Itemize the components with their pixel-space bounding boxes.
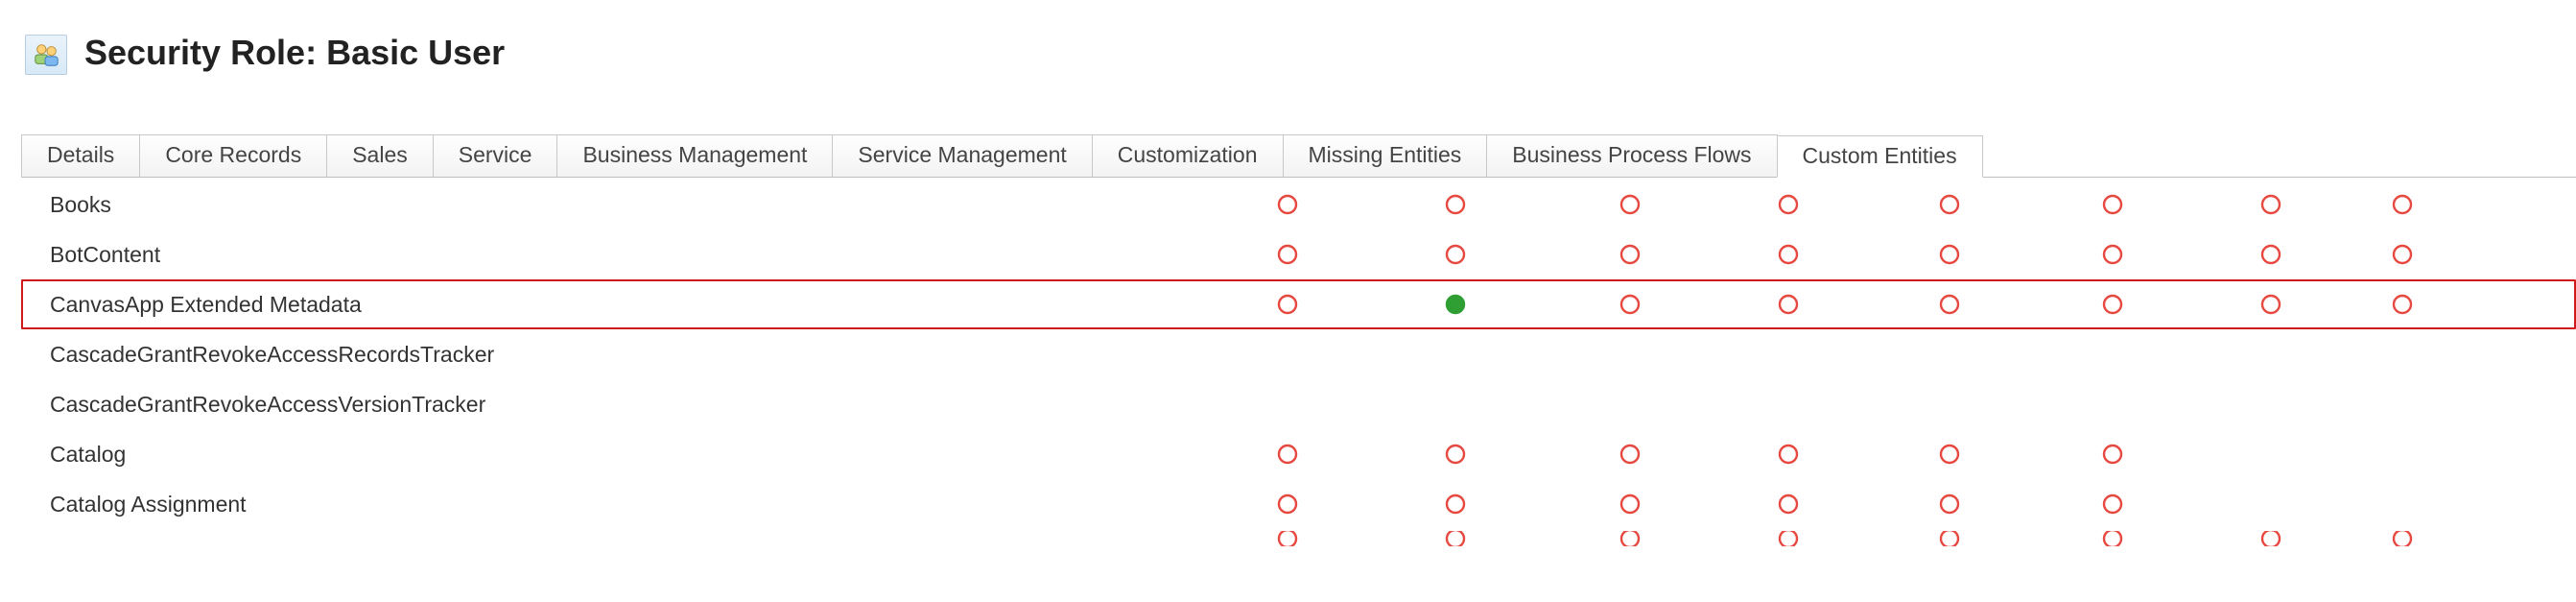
tab-custom[interactable]: Customization xyxy=(1092,134,1284,177)
privilege-toggle[interactable] xyxy=(1548,529,1712,548)
privilege-toggle[interactable] xyxy=(1712,493,1865,516)
tab-sales[interactable]: Sales xyxy=(326,134,434,177)
privilege-toggle[interactable] xyxy=(1712,243,1865,266)
table-row: Catalog Assignment xyxy=(21,479,2576,529)
tab-core[interactable]: Core Records xyxy=(139,134,327,177)
tab-svcmgmt[interactable]: Service Management xyxy=(832,134,1092,177)
entity-label: BotContent xyxy=(23,242,1213,268)
privilege-toggle[interactable] xyxy=(2033,293,2191,316)
privilege-toggle[interactable] xyxy=(1865,529,2033,548)
privilege-toggle[interactable] xyxy=(1213,193,1361,216)
privilege-toggle[interactable] xyxy=(2033,243,2191,266)
privilege-toggle[interactable] xyxy=(1712,193,1865,216)
privilege-toggle[interactable] xyxy=(1548,443,1712,466)
privilege-toggle[interactable] xyxy=(2191,529,2350,548)
table-row: Books xyxy=(21,180,2576,229)
privilege-toggle[interactable] xyxy=(1712,529,1865,548)
privilege-cells xyxy=(1213,493,2455,516)
privilege-toggle[interactable] xyxy=(1548,243,1712,266)
tab-service[interactable]: Service xyxy=(433,134,558,177)
privilege-toggle[interactable] xyxy=(2350,243,2455,266)
tab-bizmgmt[interactable]: Business Management xyxy=(556,134,833,177)
privilege-toggle[interactable] xyxy=(2033,529,2191,548)
privilege-grid: Books BotContent CanvasApp Extended Metada… xyxy=(0,178,2576,548)
privilege-toggle[interactable] xyxy=(1548,193,1712,216)
entity-label: CascadeGrantRevokeAccessRecordsTracker xyxy=(23,342,1213,368)
entity-label: CanvasApp Extended Metadata xyxy=(23,292,1213,318)
entity-label: CascadeGrantRevokeAccessVersionTracker xyxy=(23,392,1213,418)
entity-label: Books xyxy=(23,192,1213,218)
privilege-toggle[interactable] xyxy=(1213,293,1361,316)
privilege-toggle[interactable] xyxy=(2191,293,2350,316)
table-row xyxy=(21,529,2576,548)
privilege-toggle[interactable] xyxy=(1712,443,1865,466)
table-row: CanvasApp Extended Metadata xyxy=(21,279,2576,329)
entity-label: Catalog Assignment xyxy=(23,492,1213,518)
privilege-toggle[interactable] xyxy=(1865,193,2033,216)
table-row: Catalog xyxy=(21,429,2576,479)
table-row: CascadeGrantRevokeAccessVersionTracker xyxy=(21,379,2576,429)
privilege-toggle[interactable] xyxy=(1865,243,2033,266)
tab-details[interactable]: Details xyxy=(21,134,140,177)
privilege-toggle[interactable] xyxy=(1548,493,1712,516)
privilege-cells xyxy=(1213,293,2455,316)
tab-bpf[interactable]: Business Process Flows xyxy=(1486,134,1777,177)
entity-label: Catalog xyxy=(23,442,1213,468)
privilege-toggle[interactable] xyxy=(1361,493,1548,516)
page-header: Security Role: Basic User xyxy=(0,0,2576,75)
privilege-cells xyxy=(1213,243,2455,266)
privilege-toggle[interactable] xyxy=(2350,193,2455,216)
security-role-icon xyxy=(25,35,67,75)
privilege-toggle[interactable] xyxy=(2191,193,2350,216)
privilege-toggle[interactable] xyxy=(1213,529,1361,548)
privilege-toggle[interactable] xyxy=(1865,493,2033,516)
privilege-toggle[interactable] xyxy=(2033,493,2191,516)
privilege-toggle[interactable] xyxy=(2033,193,2191,216)
privilege-toggle[interactable] xyxy=(2350,529,2455,548)
page-title: Security Role: Basic User xyxy=(84,29,505,73)
privilege-toggle[interactable] xyxy=(1548,293,1712,316)
privilege-cells xyxy=(1213,529,2455,548)
tab-missing[interactable]: Missing Entities xyxy=(1283,134,1488,177)
privilege-toggle[interactable] xyxy=(1361,443,1548,466)
privilege-toggle[interactable] xyxy=(1213,493,1361,516)
privilege-toggle[interactable] xyxy=(1361,293,1548,316)
privilege-toggle[interactable] xyxy=(1865,443,2033,466)
privilege-toggle[interactable] xyxy=(1712,293,1865,316)
tab-custent[interactable]: Custom Entities xyxy=(1777,135,1983,178)
privilege-toggle[interactable] xyxy=(1361,193,1548,216)
privilege-toggle[interactable] xyxy=(2191,243,2350,266)
privilege-toggle[interactable] xyxy=(1361,529,1548,548)
privilege-toggle[interactable] xyxy=(1361,243,1548,266)
privilege-toggle[interactable] xyxy=(1865,293,2033,316)
table-row: CascadeGrantRevokeAccessRecordsTracker xyxy=(21,329,2576,379)
privilege-cells xyxy=(1213,443,2455,466)
privilege-toggle[interactable] xyxy=(2350,293,2455,316)
privilege-toggle[interactable] xyxy=(1213,243,1361,266)
privilege-toggle[interactable] xyxy=(2033,443,2191,466)
tab-strip: DetailsCore RecordsSalesServiceBusiness … xyxy=(0,134,2576,178)
table-row: BotContent xyxy=(21,229,2576,279)
privilege-toggle[interactable] xyxy=(1213,443,1361,466)
privilege-cells xyxy=(1213,193,2455,216)
